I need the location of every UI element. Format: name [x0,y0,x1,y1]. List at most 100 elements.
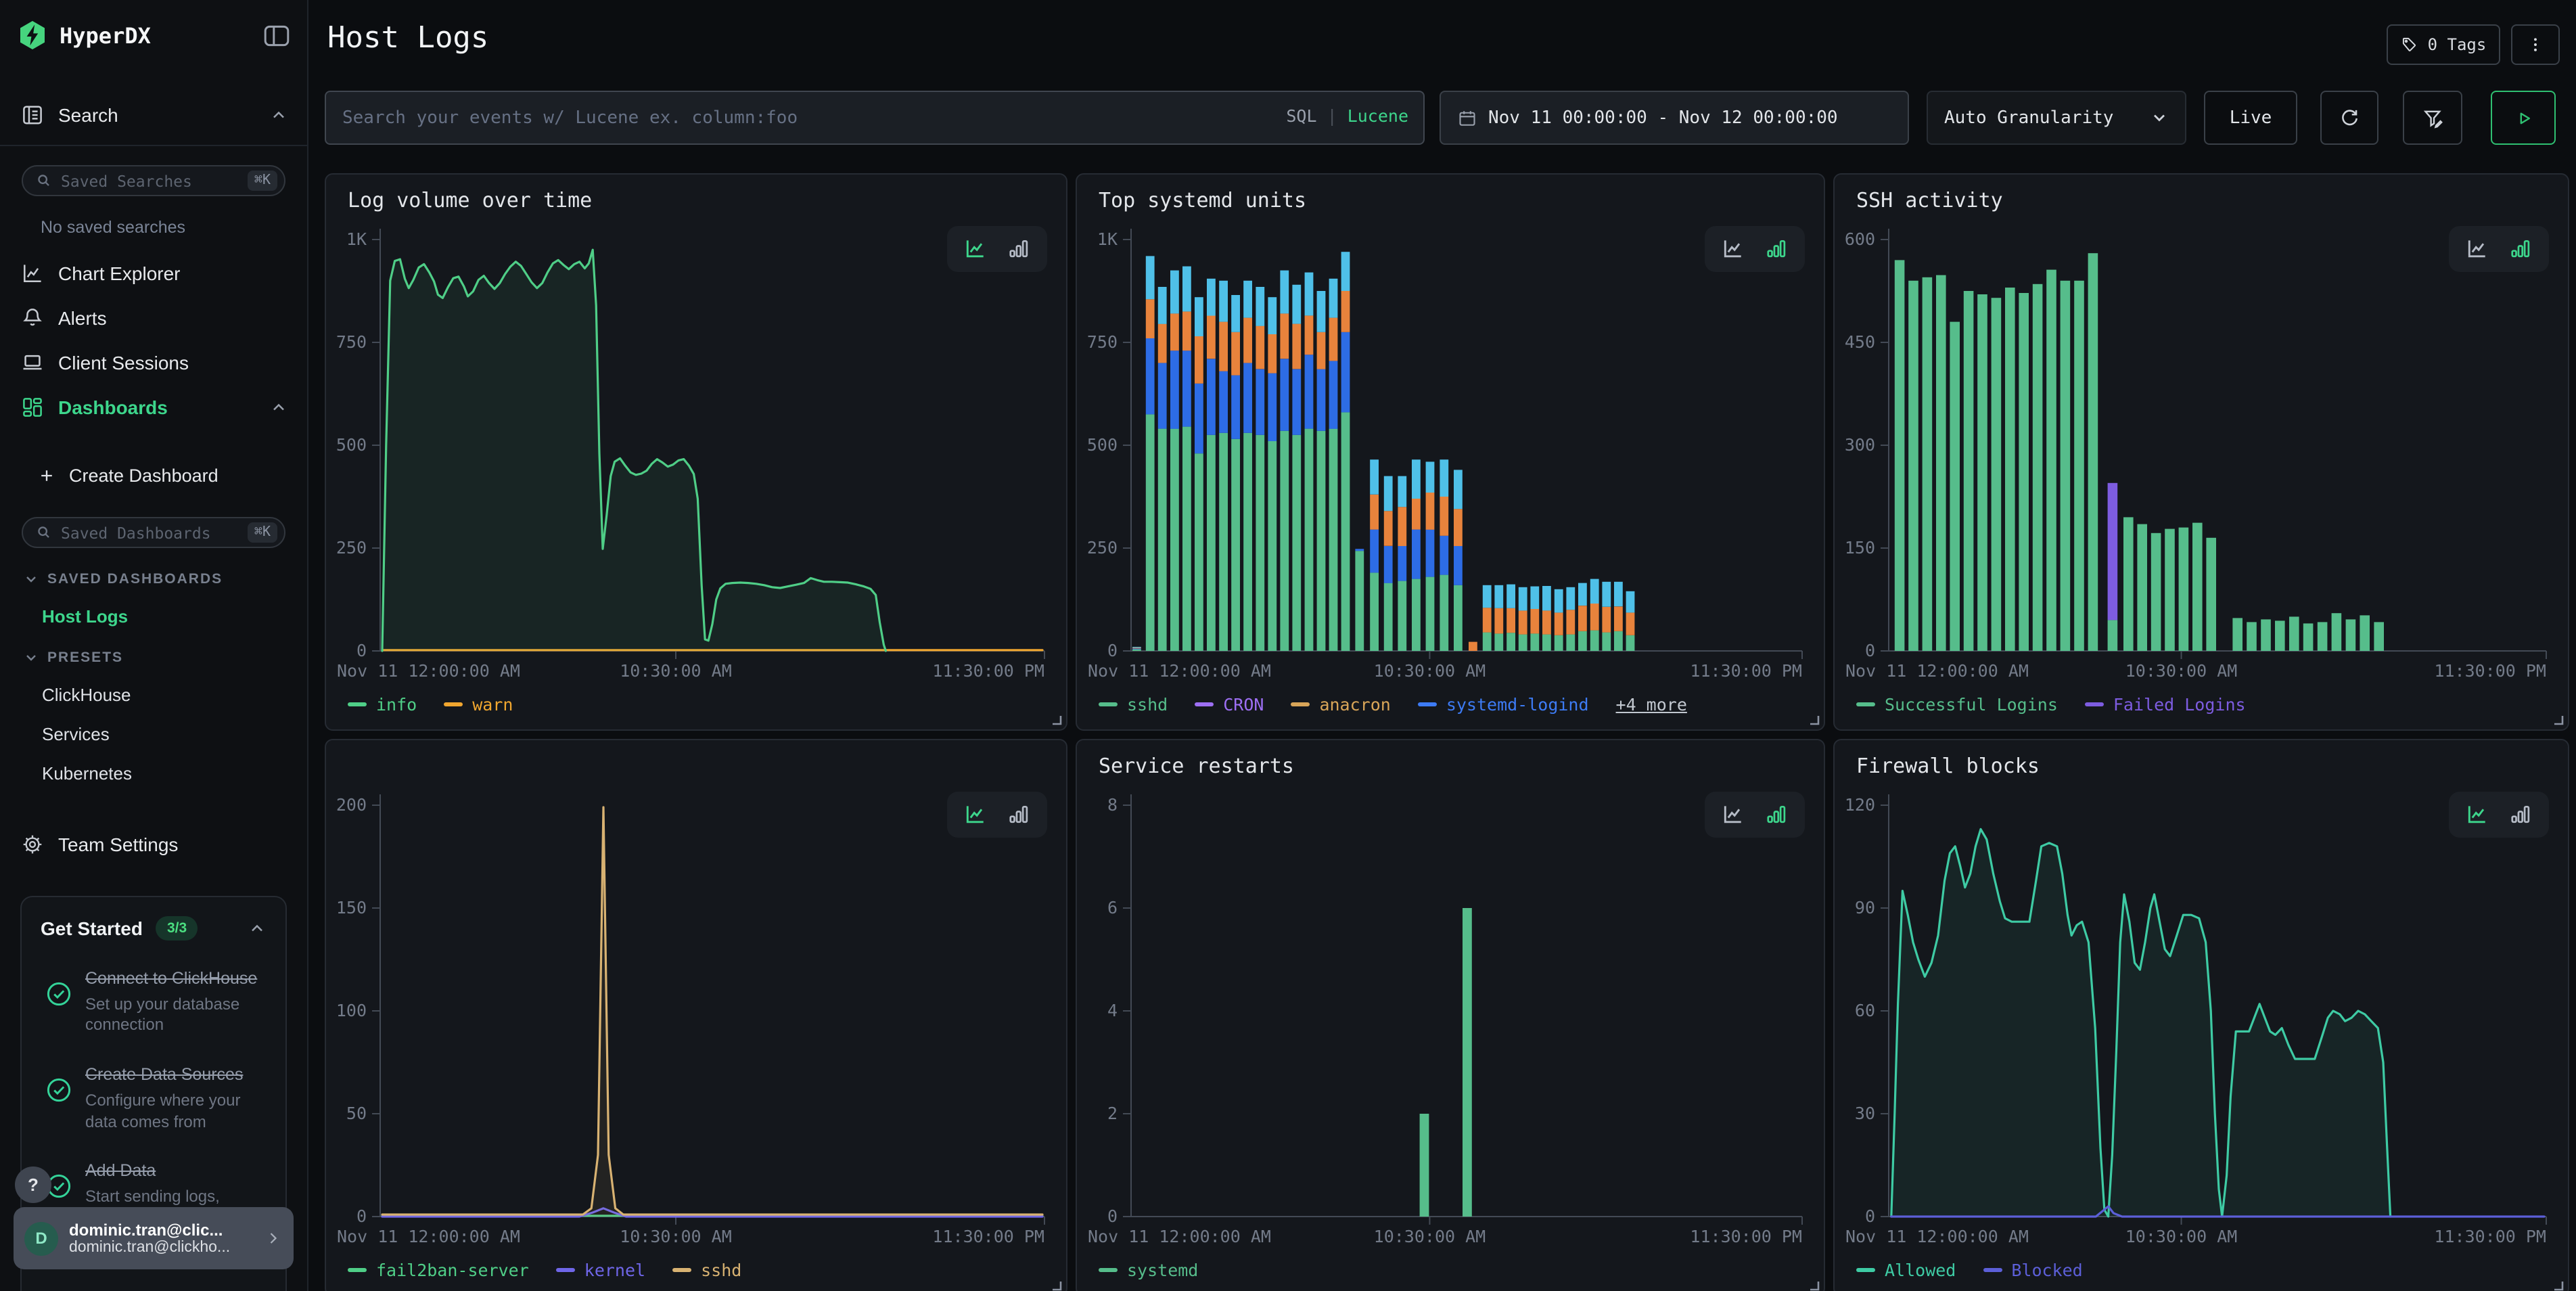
legend-item[interactable]: systemd [1099,1260,1198,1280]
section-saved-dashboards[interactable]: SAVED DASHBOARDS [42,571,307,587]
line-mode-icon [963,237,988,261]
legend-item[interactable]: sshd [672,1260,741,1280]
avatar: D [24,1221,58,1255]
sidebar-preset-services[interactable]: Services [42,724,307,744]
legend-item[interactable]: Allowed [1856,1260,1956,1280]
sql-toggle[interactable]: SQL [1286,106,1316,126]
svg-text:0: 0 [1865,641,1875,660]
bar-mode-button[interactable] [2508,802,2533,827]
bar-mode-button[interactable] [1007,237,1031,261]
svg-text:Nov 11 12:00:00 AM: Nov 11 12:00:00 AM [1845,1227,2029,1246]
panel-resize-handle[interactable] [1050,713,1062,725]
get-started-step-sources[interactable]: Create Data Sources Configure where your… [41,1064,267,1133]
line-chart-icon [20,261,45,285]
chevron-down-icon [23,650,39,666]
dashboards-grid-icon [20,394,45,419]
step-title: Create Data Sources [85,1064,267,1087]
svg-text:250: 250 [1087,538,1118,558]
svg-text:10:30:00 AM: 10:30:00 AM [1374,661,1486,681]
brand-name: HyperDX [60,22,151,48]
sidebar-preset-kubernetes[interactable]: Kubernetes [42,763,307,784]
line-mode-button[interactable] [963,237,988,261]
create-dashboard-button[interactable]: Create Dashboard [0,453,307,498]
granularity-select[interactable]: Auto Granularity [1927,91,2186,145]
bar-mode-button[interactable] [1007,802,1031,827]
panel-top-systemd-units: Top systemd units 02505007501KNov 11 12:… [1076,173,1825,731]
live-button[interactable]: Live [2204,91,2297,145]
line-mode-button[interactable] [2465,802,2489,827]
panel-resize-handle[interactable] [1808,713,1820,725]
legend-item[interactable]: systemd-logind [1418,694,1589,715]
bar-mode-button[interactable] [1764,237,1789,261]
panel-log-volume-over-time: Log volume over time 02505007501KNov 11 … [325,173,1067,731]
chevron-down-icon [2150,108,2169,127]
bar-mode-button[interactable] [2508,237,2533,261]
panel-resize-handle[interactable] [2552,713,2564,725]
date-range-picker[interactable]: Nov 11 00:00:00 - Nov 12 00:00:00 [1440,91,1909,145]
chart-mode-switch [947,226,1047,272]
line-mode-button[interactable] [1721,802,1745,827]
svg-text:250: 250 [336,538,367,558]
gear-icon [20,832,45,856]
bar-mode-icon [1764,802,1789,827]
legend-item[interactable]: kernel [556,1260,645,1280]
svg-text:0: 0 [1865,1206,1875,1226]
step-subtitle: Configure where your data comes from [85,1091,267,1133]
refresh-button[interactable] [2320,91,2378,145]
sidebar-item-client-sessions[interactable]: Client Sessions [0,340,307,384]
panel-resize-handle[interactable] [2552,1279,2564,1291]
panel-ssh-activity: SSH activity 0150300450600Nov 11 12:00:0… [1833,173,2569,731]
filter-button[interactable] [2403,91,2462,145]
svg-text:10:30:00 AM: 10:30:00 AM [1374,1227,1486,1246]
legend-item[interactable]: warn [444,694,513,715]
saved-dashboards-box[interactable]: ⌘K [22,517,285,548]
tags-button[interactable]: 0 Tags [2387,24,2500,65]
sidebar-item-chart-explorer[interactable]: Chart Explorer [0,250,307,295]
svg-text:10:30:00 AM: 10:30:00 AM [2125,1227,2238,1246]
more-options-button[interactable] [2511,24,2560,65]
legend-more-link[interactable]: +4 more [1616,694,1687,715]
line-mode-button[interactable] [2465,237,2489,261]
sidebar-item-search[interactable]: Search [0,92,307,137]
legend-item[interactable]: Failed Logins [2085,694,2246,715]
kebab-menu-icon [2526,35,2545,54]
saved-searches-box[interactable]: ⌘K [22,165,285,196]
panel-firewall-blocks: Firewall blocks 0306090120Nov 11 12:00:0… [1833,739,2569,1291]
chart-legend: sshd CRON anacron systemd-logind +4 more [1099,694,1687,715]
play-icon [2513,108,2533,128]
legend-item[interactable]: anacron [1291,694,1390,715]
sidebar-item-alerts[interactable]: Alerts [0,295,307,340]
search-input[interactable] [325,91,1425,145]
user-menu[interactable]: D dominic.tran@clic... dominic.tran@clic… [14,1207,294,1269]
legend-item[interactable]: Blocked [1983,1260,2082,1280]
saved-dashboards-input[interactable] [61,523,248,542]
lucene-toggle[interactable]: Lucene [1348,106,1408,126]
panel-resize-handle[interactable] [1808,1279,1820,1291]
bar-mode-button[interactable] [1764,802,1789,827]
legend-item[interactable]: CRON [1195,694,1264,715]
chart-legend: systemd [1099,1260,1198,1280]
sidebar-collapse-icon[interactable] [262,21,291,49]
run-query-button[interactable] [2491,91,2556,145]
help-button[interactable]: ? [15,1167,51,1203]
legend-item[interactable]: fail2ban-server [348,1260,529,1280]
panel-resize-handle[interactable] [1050,1279,1062,1291]
saved-searches-input[interactable] [61,171,248,190]
legend-item[interactable]: info [348,694,417,715]
bell-icon [20,305,45,330]
sidebar-item-label: Alerts [58,307,107,328]
sidebar-item-dashboards[interactable]: Dashboards [0,384,307,429]
line-mode-button[interactable] [963,802,988,827]
section-presets[interactable]: PRESETS [42,650,307,666]
sidebar-dashboard-host-logs[interactable]: Host Logs [42,606,307,627]
line-mode-button[interactable] [1721,237,1745,261]
legend-item[interactable]: Successful Logins [1856,694,2058,715]
sidebar-item-team-settings[interactable]: Team Settings [0,821,307,866]
granularity-value: Auto Granularity [1944,108,2113,128]
sidebar-preset-clickhouse[interactable]: ClickHouse [42,685,307,705]
bar-mode-icon [2508,237,2533,261]
legend-item[interactable]: sshd [1099,694,1168,715]
get-started-step-connect[interactable]: Connect to ClickHouse Set up your databa… [41,968,267,1037]
chevron-up-icon[interactable] [248,919,267,938]
svg-text:30: 30 [1855,1104,1875,1123]
